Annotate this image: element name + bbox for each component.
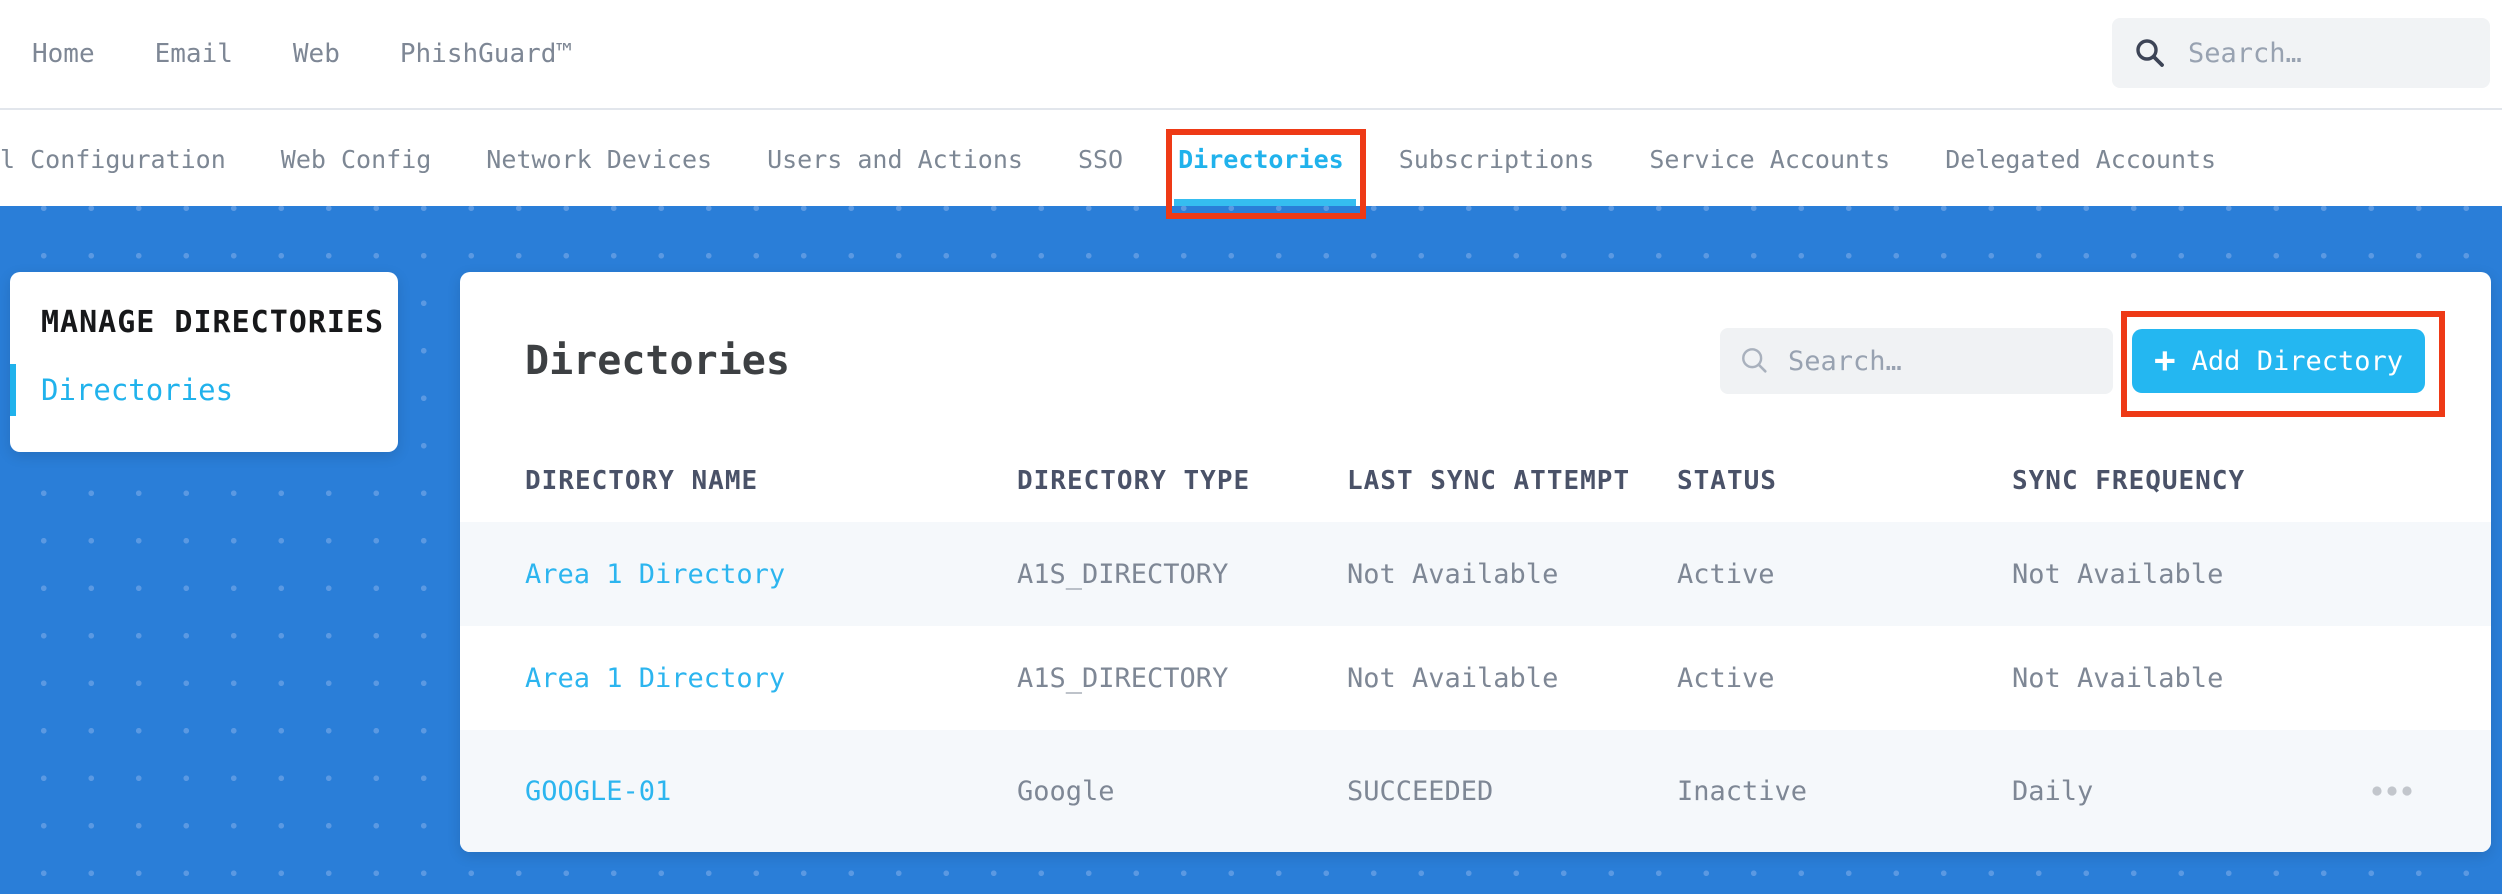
column-header: DIRECTORY TYPE	[1017, 466, 1251, 496]
cell-sync-frequency: Not Available	[2012, 662, 2224, 694]
column-header: SYNC FREQUENCY	[2012, 466, 2246, 496]
tab-users-and-actions[interactable]: Users and Actions	[767, 112, 1023, 206]
top-nav-item-email[interactable]: Email	[155, 39, 233, 69]
cell-status: Active	[1677, 558, 1775, 590]
row-menu-ellipsis-icon[interactable]	[2370, 785, 2414, 797]
cell-status: Inactive	[1677, 775, 1808, 807]
tab-service-accounts[interactable]: Service Accounts	[1649, 112, 1890, 206]
tab-l-configuration[interactable]: l Configuration	[0, 112, 226, 206]
top-nav-item-phishguard-[interactable]: PhishGuard™	[400, 39, 572, 69]
sidebar-item-directories[interactable]: Directories	[10, 362, 398, 418]
cell-status: Active	[1677, 662, 1775, 694]
panel-title: Directories	[525, 338, 790, 384]
cell-type: A1S_DIRECTORY	[1017, 558, 1229, 590]
sidebar-title: MANAGE DIRECTORIES	[41, 305, 385, 340]
table-row: Area 1 Directory A1S_DIRECTORY Not Availab…	[460, 522, 2491, 626]
search-icon	[2136, 39, 2164, 67]
directory-name-link[interactable]: Area 1 Directory	[525, 663, 1017, 694]
column-header: DIRECTORY NAME	[525, 466, 759, 496]
global-search-input[interactable]	[2188, 37, 2468, 69]
active-indicator-bar	[10, 364, 16, 416]
directories-search[interactable]	[1720, 328, 2113, 394]
global-search[interactable]	[2112, 18, 2490, 88]
cell-sync-frequency: Not Available	[2012, 558, 2224, 590]
tab-web-config[interactable]: Web Config	[281, 112, 432, 206]
cell-last-sync-attempt: Not Available	[1347, 558, 1559, 590]
top-nav-item-home[interactable]: Home	[32, 39, 95, 69]
cell-type: A1S_DIRECTORY	[1017, 662, 1229, 694]
tab-sso[interactable]: SSO	[1078, 112, 1123, 206]
search-icon	[1742, 348, 1767, 373]
directories-search-input[interactable]	[1788, 345, 2093, 377]
cell-sync-frequency: Daily	[2012, 775, 2094, 807]
cell-last-sync-attempt: SUCCEEDED	[1347, 775, 1494, 807]
tab-network-devices[interactable]: Network Devices	[486, 112, 712, 206]
table-body: Area 1 Directory A1S_DIRECTORY Not Availab…	[460, 522, 2491, 852]
manage-directories-card: MANAGE DIRECTORIES Directories	[10, 272, 398, 452]
cell-last-sync-attempt: Not Available	[1347, 662, 1559, 694]
annotation-box-directories-tab	[1166, 129, 1366, 219]
row-actions-cell	[2357, 785, 2427, 797]
top-nav-items: Home Email Web PhishGuard™	[32, 39, 632, 69]
column-header: LAST SYNC ATTEMPT	[1347, 466, 1631, 496]
table-row: GOOGLE-01 Google SUCCEEDED Inactive Daily	[460, 730, 2491, 852]
directory-name-link[interactable]: Area 1 Directory	[525, 559, 1017, 590]
cell-type: Google	[1017, 775, 1115, 807]
table-row: Area 1 Directory A1S_DIRECTORY Not Availab…	[460, 626, 2491, 730]
directory-name-link[interactable]: GOOGLE-01	[525, 776, 1017, 807]
page: Home Email Web PhishGuard™ l Configuration W…	[0, 0, 2502, 894]
column-header: STATUS	[1677, 466, 1777, 496]
sidebar-item-label: Directories	[41, 373, 234, 407]
workspace-background: MANAGE DIRECTORIES Directories Directori…	[0, 206, 2502, 894]
top-nav-item-web[interactable]: Web	[293, 39, 340, 69]
annotation-box-add-directory	[2121, 311, 2445, 417]
tab-delegated-accounts[interactable]: Delegated Accounts	[1945, 112, 2216, 206]
tab-subscriptions[interactable]: Subscriptions	[1399, 112, 1595, 206]
top-navigation: Home Email Web PhishGuard™	[0, 0, 2502, 110]
